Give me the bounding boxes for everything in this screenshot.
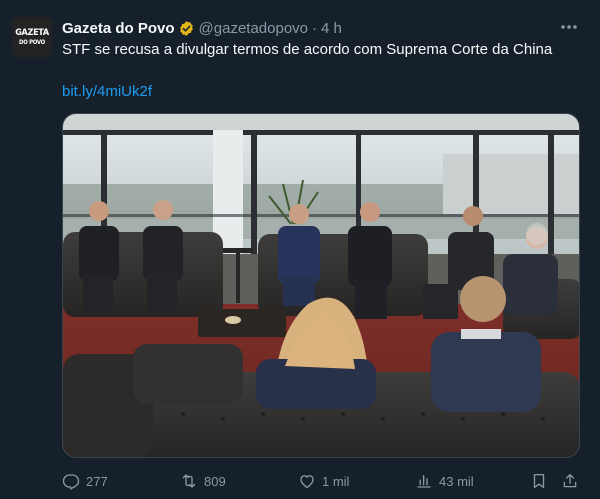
tweet-actions: 277 809 1 mil 43 mil: [62, 470, 582, 492]
tweet-link[interactable]: bit.ly/4miUk2f: [62, 82, 152, 102]
bookmark-icon: [533, 473, 545, 489]
photo-meeting-scene: [63, 114, 579, 457]
views-chart-icon: [417, 475, 431, 488]
like-count: 1 mil: [322, 473, 350, 489]
verified-gold-badge-icon: [179, 20, 193, 36]
like-button[interactable]: 1 mil: [298, 470, 349, 492]
retweet-button[interactable]: 809: [180, 470, 226, 492]
tweet[interactable]: GAZETA DO POVO Gazeta do Povo @gazetadop…: [0, 0, 600, 499]
retweet-icon: [182, 474, 196, 488]
views-count: 43 mil: [439, 473, 474, 489]
share-icon: [563, 473, 577, 488]
reply-icon: [62, 474, 80, 490]
timestamp[interactable]: 4 h: [321, 20, 342, 37]
author-handle[interactable]: @gazetadopovo: [199, 20, 308, 37]
tweet-text: STF se recusa a divulgar termos de acord…: [62, 41, 553, 58]
author-name[interactable]: Gazeta do Povo: [62, 20, 175, 37]
avatar-logo-line1: GAZETA: [15, 27, 49, 38]
avatar-logo-line2: DO POVO: [19, 38, 45, 46]
bookmark-button[interactable]: [530, 470, 548, 492]
heart-icon: [300, 475, 314, 489]
avatar[interactable]: GAZETA DO POVO: [12, 17, 52, 57]
tweet-header: Gazeta do Povo @gazetadopovo · 4 h: [62, 18, 342, 38]
retweet-count: 809: [204, 473, 226, 489]
views-button[interactable]: 43 mil: [415, 470, 474, 492]
share-button[interactable]: [561, 470, 579, 492]
more-options-icon: [561, 25, 577, 29]
reply-count: 277: [86, 473, 108, 489]
reply-button[interactable]: 277: [62, 470, 108, 492]
separator-dot: ·: [312, 19, 318, 37]
more-options-button[interactable]: [557, 17, 581, 37]
tweet-photo[interactable]: [62, 113, 580, 458]
